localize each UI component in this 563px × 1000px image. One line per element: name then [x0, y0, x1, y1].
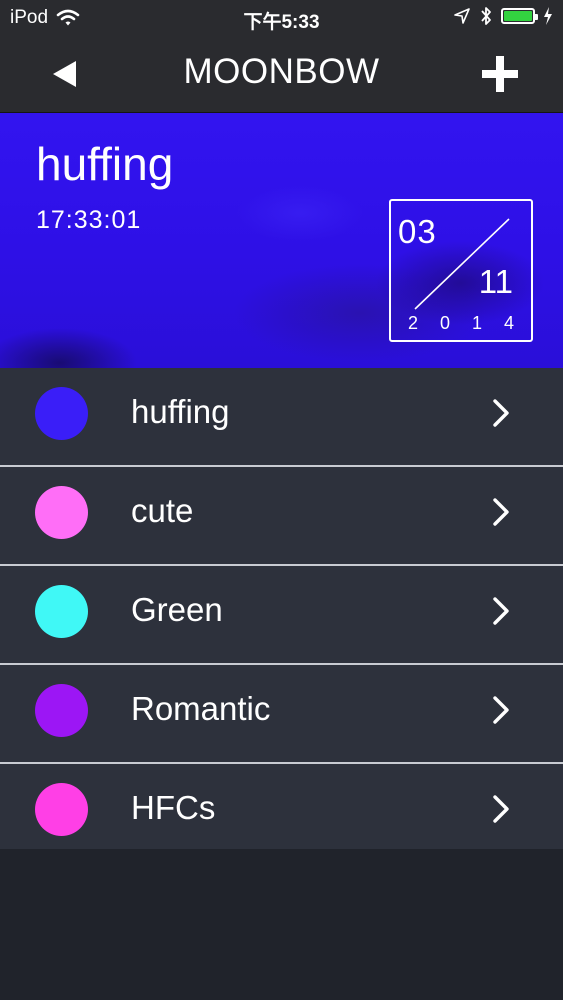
screen: iPod 下午5:33 MOONBOW huffing 17:33:01 03 … [0, 0, 563, 1000]
list-item-label: Green [131, 591, 223, 628]
color-swatch [35, 486, 88, 539]
plus-icon[interactable] [481, 55, 519, 93]
color-swatch [35, 387, 88, 440]
year-digit: 2 [407, 313, 418, 333]
year-digit: 4 [503, 313, 514, 333]
chevron-right-icon [493, 597, 509, 625]
nav-title: MOONBOW [183, 52, 380, 91]
list-item[interactable]: cute [0, 467, 563, 566]
date-year: 2 0 1 4 [391, 313, 531, 334]
date-box: 03 11 2 0 1 4 [389, 199, 533, 342]
banner-time: 17:33:01 [36, 206, 142, 234]
color-swatch [35, 585, 88, 638]
charging-bolt-icon [544, 7, 552, 25]
color-swatch [35, 684, 88, 737]
color-swatch [35, 783, 88, 836]
banner-title: huffing [36, 138, 174, 190]
year-digit: 1 [471, 313, 482, 333]
status-bar: iPod 下午5:33 [0, 0, 563, 36]
year-digit: 0 [439, 313, 450, 333]
battery-fill [504, 11, 532, 21]
chevron-right-icon [493, 696, 509, 724]
list-item[interactable]: huffing [0, 368, 563, 467]
list-item-label: HFCs [131, 789, 216, 826]
chevron-right-icon [493, 399, 509, 427]
list-item[interactable]: Romantic [0, 665, 563, 764]
mode-list: huffing cute Green Romantic HFCs [0, 368, 563, 849]
navigation-bar: MOONBOW [0, 36, 563, 113]
battery-icon [501, 8, 538, 24]
current-mode-banner: huffing 17:33:01 03 11 2 0 1 4 [0, 113, 563, 368]
date-day: 11 [478, 263, 513, 300]
list-item[interactable]: HFCs [0, 764, 563, 849]
list-item-label: huffing [131, 393, 230, 430]
list-item-label: Romantic [131, 690, 271, 727]
list-item[interactable]: Green [0, 566, 563, 665]
chevron-right-icon [493, 795, 509, 823]
bluetooth-icon [481, 7, 491, 25]
chevron-right-icon [493, 498, 509, 526]
date-month: 03 [398, 213, 437, 250]
status-right [453, 6, 553, 26]
location-arrow-icon [454, 8, 470, 24]
list-item-label: cute [131, 492, 194, 529]
